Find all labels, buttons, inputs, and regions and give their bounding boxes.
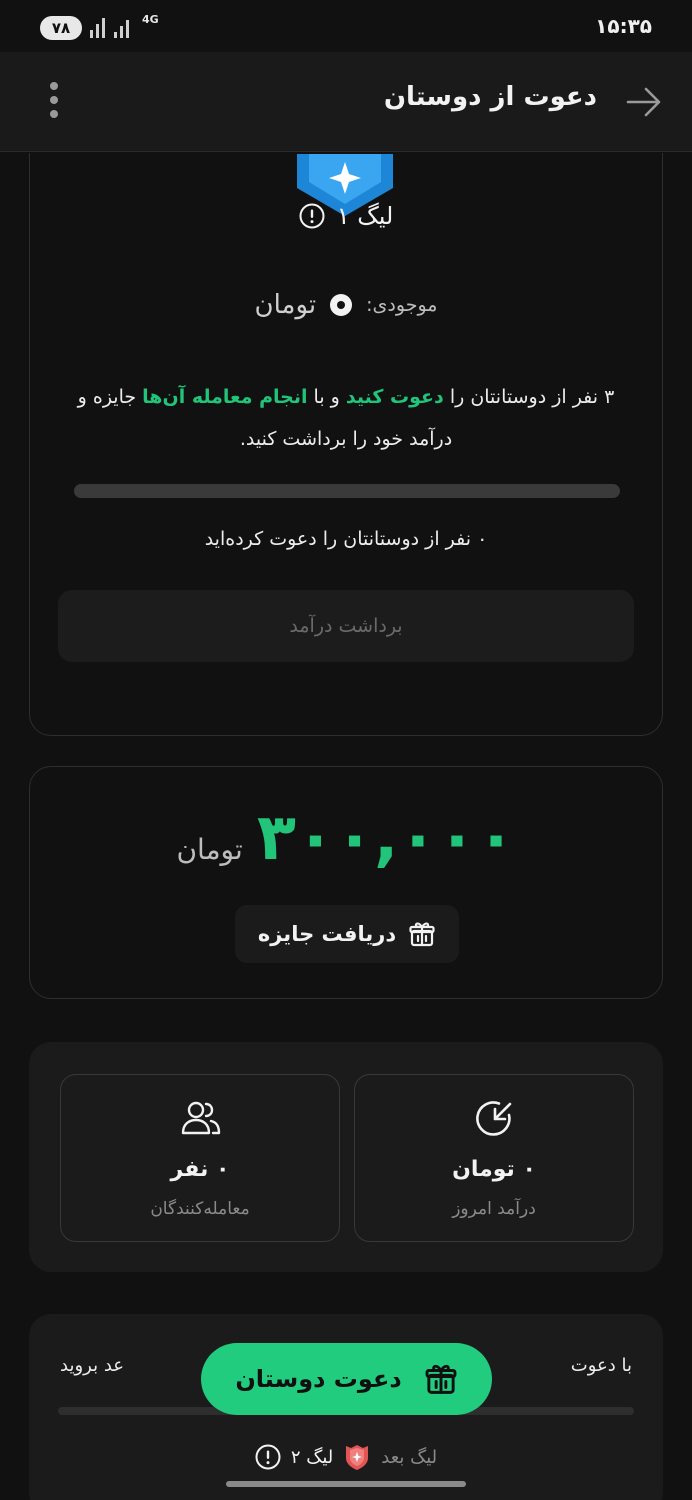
invite-friends-label: دعوت دوستان: [235, 1365, 402, 1393]
users-icon: [181, 1101, 221, 1135]
league-card: لیگ ۱ تومان موجودی: ۳ نفر از دوستانتان ر…: [29, 153, 663, 736]
page-title: دعوت از دوستان: [383, 82, 597, 112]
traders-label: معامله‌کنندگان: [150, 1199, 250, 1219]
gift-icon: [409, 922, 435, 947]
today-income-stat: ۰ تومان درآمد امروز: [354, 1074, 634, 1242]
reward-card: تومان ۳۰۰,۰۰۰ دریافت جایزه: [29, 766, 663, 999]
next-league-name: لیگ ۲: [290, 1446, 334, 1468]
balance-label: موجودی:: [366, 294, 438, 316]
clock: ۱۵:۳۵: [595, 14, 652, 38]
receive-reward-button[interactable]: دریافت جایزه: [235, 905, 459, 963]
info-icon[interactable]: [255, 1444, 281, 1470]
back-arrow-icon[interactable]: [626, 86, 662, 118]
loading-dot-icon: [330, 294, 353, 316]
reward-row: تومان ۳۰۰,۰۰۰: [30, 801, 662, 875]
balance-unit: تومان: [254, 290, 317, 320]
league-row: لیگ ۱: [30, 202, 662, 230]
app-header: دعوت از دوستان: [0, 52, 692, 152]
next-league-label: لیگ بعد: [381, 1446, 438, 1468]
receive-reward-label: دریافت جایزه: [257, 922, 397, 946]
stats-card: ۰ نفر معامله‌کنندگان ۰ تومان درآمد امروز: [29, 1042, 663, 1272]
network-type: 4G: [142, 13, 159, 26]
trade-link[interactable]: انجام معامله آن‌ها: [142, 386, 307, 408]
withdraw-income-button[interactable]: برداشت درآمد: [58, 590, 634, 662]
reward-amount: ۳۰۰,۰۰۰: [256, 801, 516, 875]
content-area[interactable]: لیگ ۱ تومان موجودی: ۳ نفر از دوستانتان ر…: [0, 153, 692, 1500]
reward-unit: تومان: [176, 833, 243, 866]
today-income-label: درآمد امروز: [452, 1199, 536, 1219]
gift-icon: [425, 1364, 457, 1394]
next-text-start: با دعوت: [570, 1355, 632, 1376]
more-menu-icon[interactable]: [44, 82, 64, 122]
desc-part2: و با: [307, 386, 346, 408]
next-league-badge-icon: [346, 1445, 369, 1470]
home-indicator[interactable]: [226, 1481, 466, 1487]
traders-value: ۰ نفر: [170, 1157, 230, 1182]
signal-icon: [90, 18, 129, 38]
invited-count-text: ۰ نفر از دوستانتان را دعوت کرده‌اید: [204, 528, 488, 550]
invite-progress-bar: [74, 484, 620, 498]
invite-friends-button[interactable]: دعوت دوستان: [201, 1343, 492, 1415]
league-description: ۳ نفر از دوستانتان را دعوت کنید و با انج…: [60, 376, 632, 460]
income-arrow-icon: [476, 1101, 512, 1136]
battery-indicator: ۷۸: [40, 16, 82, 40]
league-name: لیگ ۱: [336, 202, 394, 230]
status-bar: ۷۸ 4G ۱۵:۳۵: [0, 0, 692, 52]
balance-row: تومان موجودی:: [30, 290, 662, 320]
invite-link[interactable]: دعوت کنید: [346, 386, 444, 408]
traders-stat: ۰ نفر معامله‌کنندگان: [60, 1074, 340, 1242]
info-icon[interactable]: [299, 203, 325, 229]
next-text-end: عد بروید: [60, 1355, 125, 1376]
desc-part1: ۳ نفر از دوستانتان را: [443, 386, 615, 408]
next-league-row: لیگ ۲ لیگ بعد: [30, 1443, 662, 1471]
today-income-value: ۰ تومان: [452, 1157, 536, 1182]
